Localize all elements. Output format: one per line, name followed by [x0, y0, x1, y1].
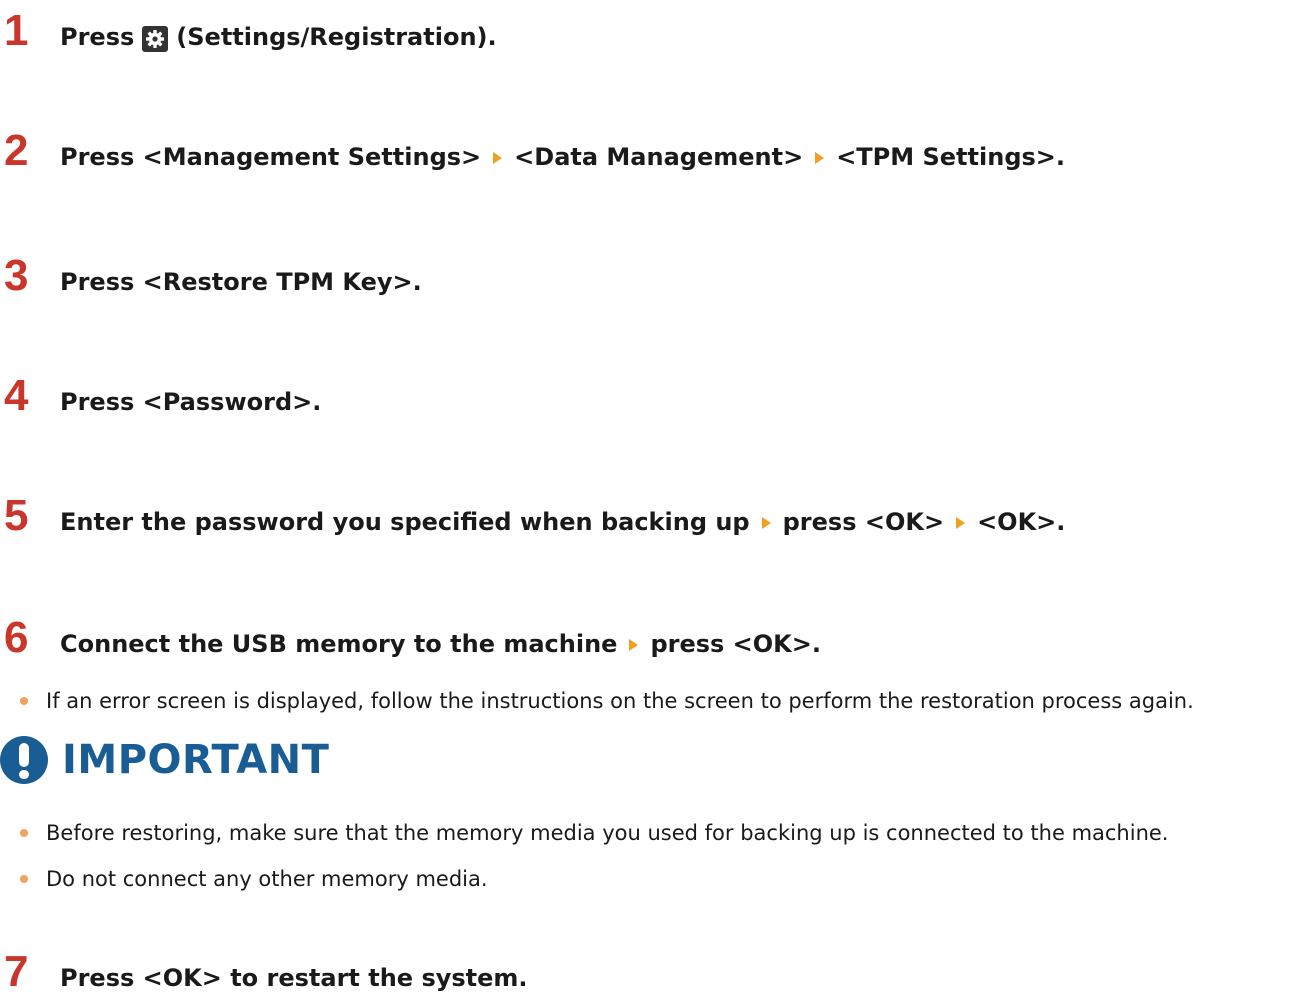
step-number: 3: [4, 251, 29, 300]
step-text: Press <Restore TPM Key>.: [60, 268, 422, 296]
step-number: 5: [4, 491, 29, 540]
step-text: Press <Management Settings> <Data Manage…: [60, 143, 1065, 171]
step-1: 1 Press (Settings/Registration).: [0, 6, 497, 56]
step-3: 3 Press <Restore TPM Key>.: [0, 251, 422, 301]
important-item: Do not connect any other memory media.: [20, 867, 488, 891]
important-item: Before restoring, make sure that the mem…: [20, 821, 1169, 845]
exclamation-icon: [0, 736, 48, 784]
step-4: 4 Press <Password>.: [0, 371, 321, 421]
triangle-right-icon: [956, 517, 966, 529]
triangle-right-icon: [629, 639, 639, 651]
important-item-text: Before restoring, make sure that the mem…: [46, 821, 1169, 845]
triangle-right-icon: [761, 517, 771, 529]
important-title: IMPORTANT: [62, 737, 330, 783]
step-text-part: Press: [60, 23, 135, 51]
step-5: 5 Enter the password you specified when …: [0, 491, 1065, 541]
step-text: Press (Settings/Registration).: [60, 23, 497, 52]
triangle-right-icon: [493, 152, 503, 164]
step-text-part: Press <Management Settings>: [60, 143, 482, 171]
step-text: Connect the USB memory to the machine pr…: [60, 630, 821, 658]
step-text: Press <OK> to restart the system.: [60, 964, 528, 992]
step-text-part: Press <OK> to restart the system.: [60, 964, 528, 992]
important-header: IMPORTANT: [0, 736, 329, 784]
important-item-text: Do not connect any other memory media.: [46, 867, 488, 891]
step-7: 7 Press <OK> to restart the system.: [0, 947, 528, 997]
step-text-part: press <OK>.: [650, 630, 822, 658]
step-text-part: Press <Password>.: [60, 388, 322, 416]
step-text-part: Press <Restore TPM Key>.: [60, 268, 422, 296]
step-number: 7: [4, 947, 29, 996]
triangle-right-icon: [815, 152, 825, 164]
step-6: 6 Connect the USB memory to the machine …: [0, 613, 821, 663]
step-2: 2 Press <Management Settings> <Data Mana…: [0, 126, 1065, 176]
step-text-part: <OK>.: [977, 508, 1066, 536]
step-text-part: press <OK>: [782, 508, 945, 536]
step-number: 6: [4, 613, 29, 662]
note-text: If an error screen is displayed, follow …: [46, 689, 1194, 713]
step-text-part: Enter the password you specified when ba…: [60, 508, 750, 536]
step-number: 1: [4, 6, 29, 55]
gear-icon: [142, 26, 169, 52]
step-number: 2: [4, 126, 29, 175]
bullet-icon: [20, 697, 28, 705]
bullet-icon: [20, 875, 28, 883]
step-text: Enter the password you specified when ba…: [60, 508, 1065, 536]
step-text-part: Connect the USB memory to the machine: [60, 630, 618, 658]
step-text-part: <Data Management>: [514, 143, 804, 171]
step-text-part: <TPM Settings>.: [836, 143, 1066, 171]
bullet-icon: [20, 829, 28, 837]
step-text: Press <Password>.: [60, 388, 321, 416]
step-6-note: If an error screen is displayed, follow …: [20, 689, 1194, 713]
step-number: 4: [4, 371, 29, 420]
step-text-part: (Settings/Registration).: [176, 23, 497, 51]
